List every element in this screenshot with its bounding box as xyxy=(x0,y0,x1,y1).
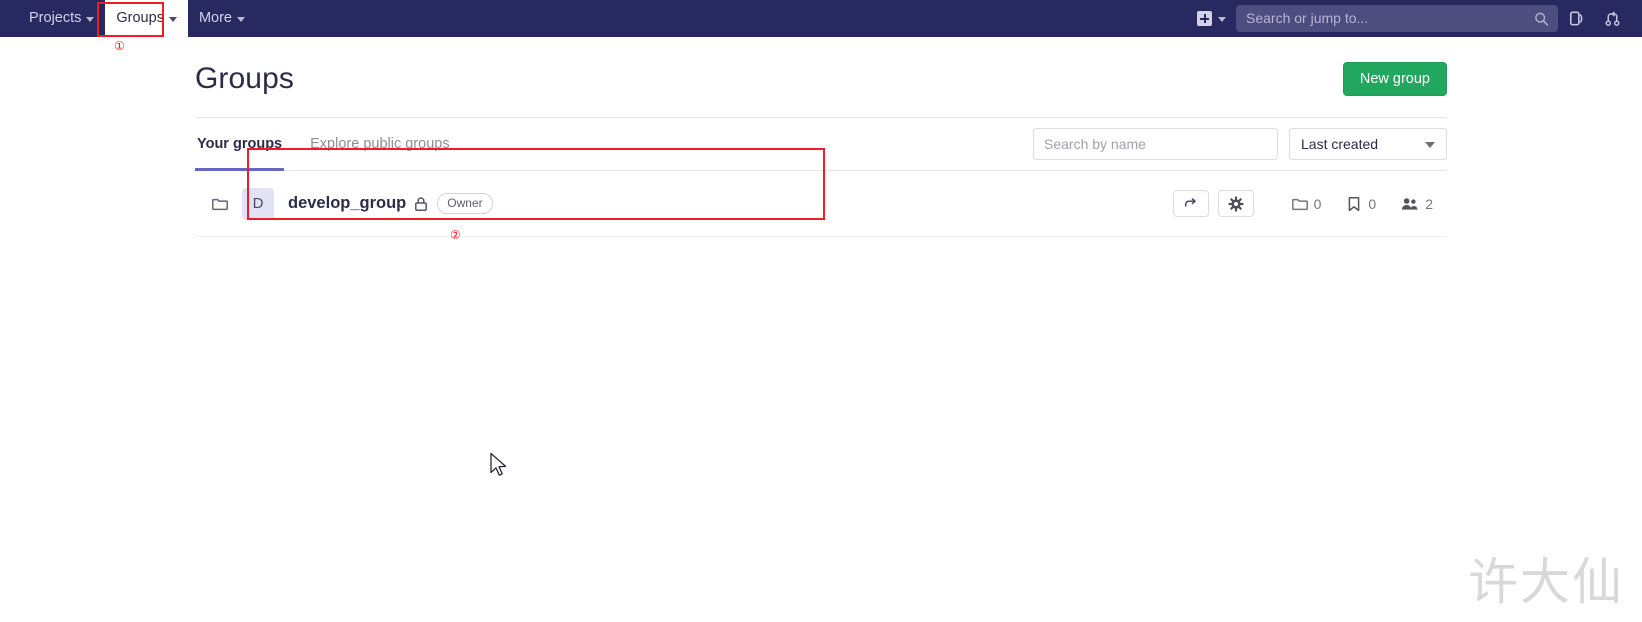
role-badge: Owner xyxy=(437,192,493,215)
chevron-down-icon xyxy=(1425,142,1435,148)
mouse-cursor xyxy=(490,452,507,476)
chevron-down-icon xyxy=(237,17,245,22)
sort-dropdown-value: Last created xyxy=(1301,136,1379,152)
chevron-down-icon xyxy=(1218,17,1226,22)
tab-your-groups[interactable]: Your groups xyxy=(195,118,296,171)
folder-icon xyxy=(1291,198,1308,210)
annotation-number-2: ② xyxy=(450,228,461,242)
group-name[interactable]: develop_group xyxy=(288,194,406,213)
projects-count-value: 0 xyxy=(1368,195,1377,212)
new-group-button[interactable]: New group xyxy=(1342,61,1447,97)
content-container: Groups New group Your groups Explore pub… xyxy=(195,37,1447,237)
group-stats: 0 0 2 xyxy=(1291,195,1433,212)
page-title: Groups xyxy=(195,62,294,95)
group-row[interactable]: D develop_group Owner 0 0 2 xyxy=(195,171,1447,237)
nav-item-projects-label: Projects xyxy=(29,10,82,26)
page-content: Groups New group Your groups Explore pub… xyxy=(0,37,1642,237)
group-list: D develop_group Owner 0 0 2 xyxy=(195,170,1447,237)
merge-requests-button[interactable] xyxy=(1594,0,1630,37)
group-avatar: D xyxy=(242,187,274,220)
plus-square-icon xyxy=(1197,11,1212,26)
top-navbar: Projects Groups More Search or jump to..… xyxy=(0,0,1642,37)
issues-icon xyxy=(1569,11,1582,26)
members-icon xyxy=(1402,197,1418,210)
nav-item-groups-label: Groups xyxy=(116,10,164,26)
global-search-placeholder: Search or jump to... xyxy=(1246,10,1369,26)
subgroups-count: 0 xyxy=(1291,195,1322,212)
navbar-right-controls: Search or jump to... xyxy=(1187,0,1642,37)
page-header: Groups New group xyxy=(195,51,1447,107)
global-search-input[interactable]: Search or jump to... xyxy=(1236,5,1558,32)
bookmark-icon xyxy=(1349,196,1360,211)
group-settings-button[interactable] xyxy=(1217,190,1254,217)
tab-explore-public-groups[interactable]: Explore public groups xyxy=(296,118,463,171)
members-count: 2 xyxy=(1401,196,1433,212)
leave-icon xyxy=(1185,198,1196,207)
issues-button[interactable] xyxy=(1558,0,1594,37)
lock-icon xyxy=(415,196,428,211)
gear-icon xyxy=(1228,196,1244,211)
group-row-main: D develop_group Owner xyxy=(212,187,493,220)
annotation-number-1: ① xyxy=(114,39,125,53)
filter-controls: Last created xyxy=(1033,128,1447,160)
search-icon xyxy=(1535,12,1549,26)
nav-item-projects[interactable]: Projects xyxy=(18,0,105,37)
gitlab-groups-page: Projects Groups More Search or jump to..… xyxy=(0,0,1642,622)
group-row-actions: 0 0 2 xyxy=(1164,190,1433,217)
merge-requests-icon xyxy=(1604,11,1620,26)
chevron-down-icon xyxy=(86,17,95,22)
leave-group-button[interactable] xyxy=(1172,190,1209,217)
watermark: 许大仙 xyxy=(1468,553,1624,611)
folder-icon xyxy=(212,198,228,210)
tab-your-groups-label: Your groups xyxy=(197,135,283,152)
nav-item-groups[interactable]: Groups xyxy=(105,0,188,37)
sort-dropdown[interactable]: Last created xyxy=(1289,128,1447,160)
tab-list: Your groups Explore public groups xyxy=(195,118,464,171)
members-count-value: 2 xyxy=(1425,195,1433,212)
tabs-and-filters: Your groups Explore public groups Last c… xyxy=(195,117,1447,171)
create-new-button[interactable] xyxy=(1187,0,1236,37)
projects-count: 0 xyxy=(1346,196,1376,212)
navbar-left-links: Projects Groups More xyxy=(0,0,256,37)
tab-explore-public-groups-label: Explore public groups xyxy=(310,135,450,152)
nav-item-more-label: More xyxy=(198,10,232,26)
chevron-down-icon xyxy=(168,17,177,22)
search-by-name-input[interactable] xyxy=(1033,128,1278,160)
nav-item-more[interactable]: More xyxy=(188,0,256,37)
subgroups-count-value: 0 xyxy=(1313,195,1322,212)
